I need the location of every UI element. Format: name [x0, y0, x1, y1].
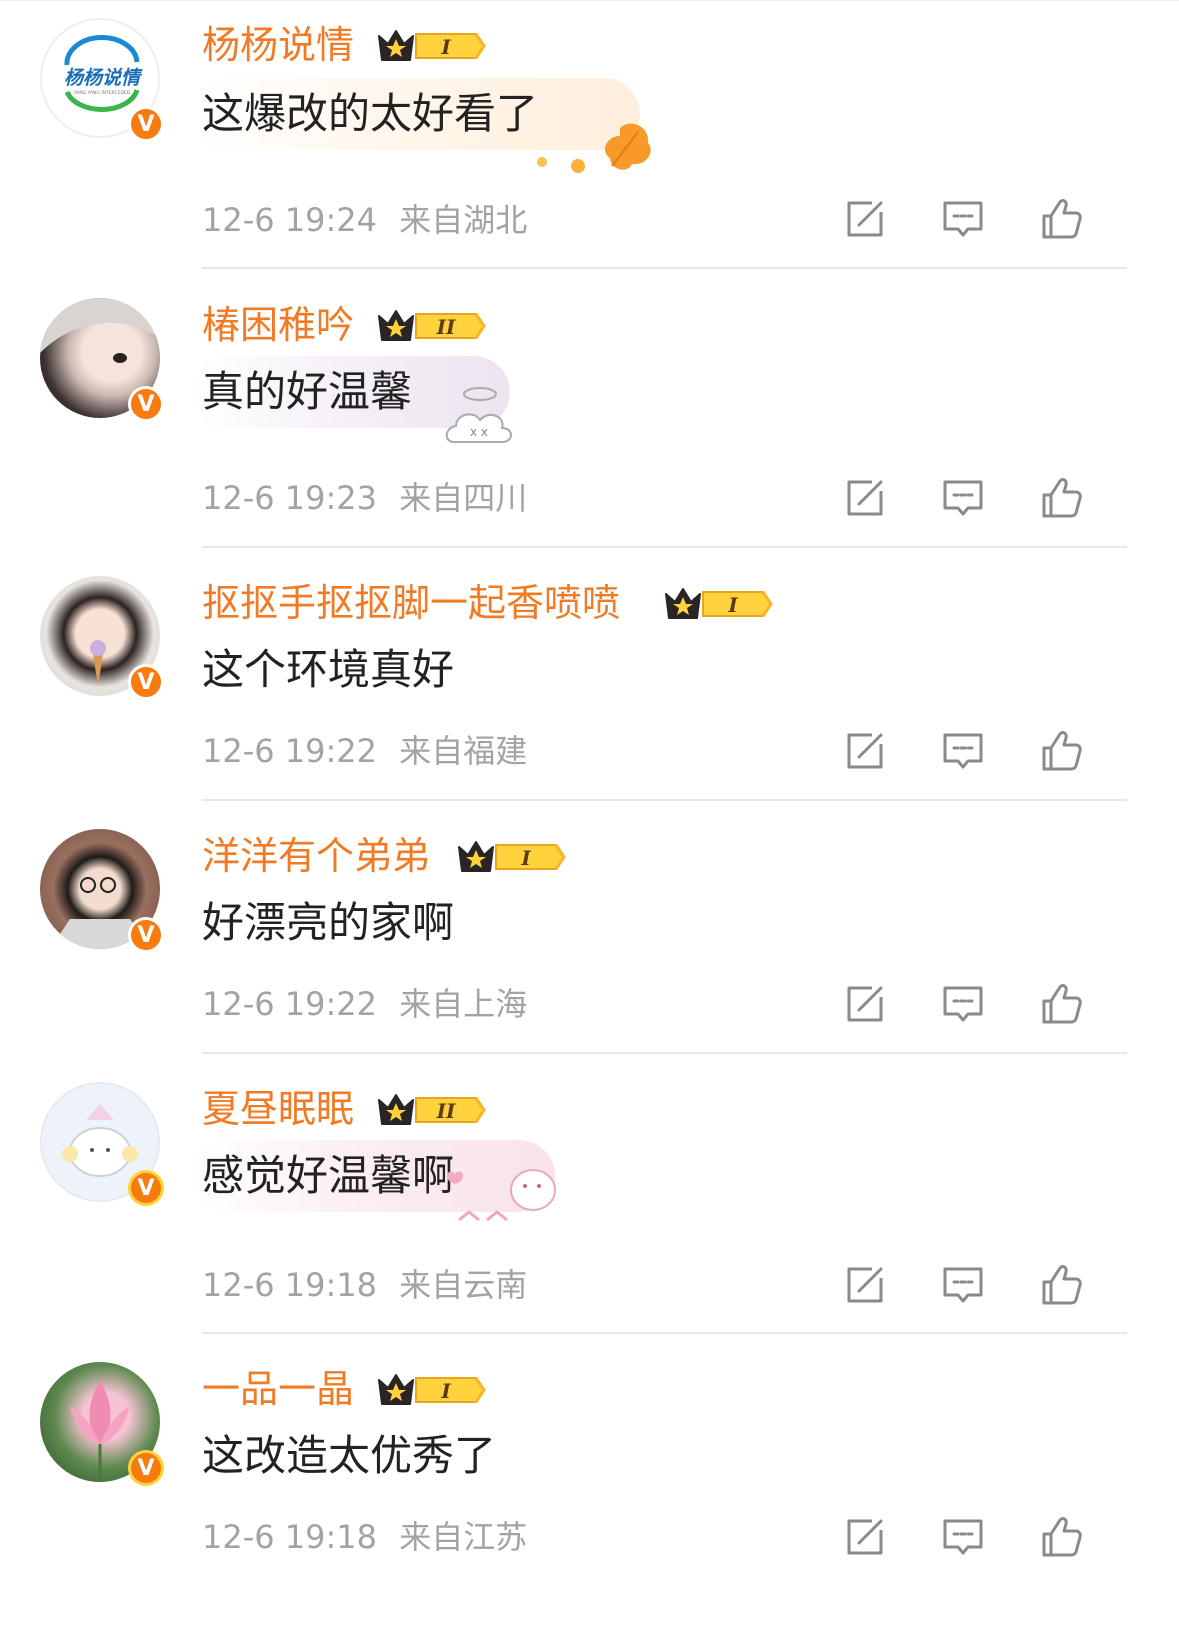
- vip-crown-icon: II: [376, 1090, 486, 1130]
- svg-text:II: II: [436, 1099, 456, 1123]
- like-icon[interactable]: [1038, 981, 1084, 1027]
- comment-location: 来自福建: [399, 732, 528, 770]
- svg-text:I: I: [440, 1379, 451, 1403]
- svg-text:I: I: [440, 35, 451, 59]
- avatar[interactable]: V: [40, 576, 164, 700]
- comment-time: 12-6 19:23: [202, 479, 378, 517]
- comment-location: 来自江苏: [399, 1518, 528, 1556]
- share-icon[interactable]: [842, 981, 888, 1027]
- comment-icon[interactable]: [940, 728, 986, 774]
- svg-text:x x: x x: [470, 425, 488, 439]
- comment-icon[interactable]: [940, 1514, 986, 1560]
- comment-icon[interactable]: [940, 1262, 986, 1308]
- avatar[interactable]: 杨杨说情 YANG YANG INTERCEDED V: [40, 18, 164, 142]
- vip-crown-icon: I: [456, 837, 566, 877]
- username[interactable]: 椿困稚吟: [202, 302, 354, 348]
- share-icon[interactable]: [842, 1514, 888, 1560]
- verified-badge-icon: V: [128, 917, 164, 953]
- like-icon[interactable]: [1038, 728, 1084, 774]
- avatar[interactable]: V: [40, 1082, 164, 1206]
- avatar[interactable]: V: [40, 1362, 164, 1486]
- svg-text:I: I: [520, 846, 531, 870]
- verified-badge-icon: V: [128, 664, 164, 700]
- comment-text: 这改造太优秀了: [202, 1431, 497, 1480]
- username[interactable]: 夏昼眠眠: [202, 1086, 354, 1132]
- vip-crown-icon: I: [663, 584, 773, 624]
- username[interactable]: 抠抠手抠抠脚一起香喷喷: [202, 580, 620, 626]
- share-icon[interactable]: [842, 475, 888, 521]
- brand-sub-text: YANG YANG INTERCEDED: [73, 90, 131, 96]
- like-icon[interactable]: [1038, 1262, 1084, 1308]
- verified-badge-icon: V: [128, 1450, 164, 1486]
- like-icon[interactable]: [1038, 196, 1084, 242]
- username[interactable]: 洋洋有个弟弟: [202, 833, 430, 879]
- comment-icon[interactable]: [940, 475, 986, 521]
- svg-text:I: I: [727, 593, 738, 617]
- comment-item: V 抠抠手抠抠脚一起香喷喷 I 这个环境真好 12-6 19:22 来自福建: [0, 548, 1179, 801]
- bunny-sticker-icon: [447, 1169, 556, 1222]
- comment-time: 12-6 19:18: [202, 1518, 378, 1556]
- svg-text:II: II: [436, 315, 456, 339]
- verified-badge-icon: V: [128, 1170, 164, 1206]
- comment-text: 好漂亮的家啊: [202, 898, 455, 947]
- brand-main-text: 杨杨说情: [64, 67, 143, 89]
- like-icon[interactable]: [1038, 1514, 1084, 1560]
- leaf-sticker-icon: [537, 123, 651, 173]
- comment-icon[interactable]: [940, 981, 986, 1027]
- comment-text: 这爆改的太好看了: [202, 89, 539, 138]
- like-icon[interactable]: [1038, 475, 1084, 521]
- share-icon[interactable]: [842, 728, 888, 774]
- verified-badge-icon: V: [128, 106, 164, 142]
- comment-item: V 洋洋有个弟弟 I 好漂亮的家啊 12-6 19:22 来自上海: [0, 801, 1179, 1054]
- avatar[interactable]: V: [40, 829, 164, 953]
- comment-time: 12-6 19:24: [202, 201, 378, 239]
- vip-crown-icon: II: [376, 306, 486, 346]
- username[interactable]: 杨杨说情: [202, 22, 354, 68]
- comment-text: 感觉好温馨啊: [202, 1151, 455, 1200]
- comment-item: V 椿困稚吟 II 真的好温馨 x x 12-6 19:23 来自四川: [0, 270, 1179, 548]
- avatar[interactable]: V: [40, 298, 164, 422]
- share-icon[interactable]: [842, 1262, 888, 1308]
- comment-text: 真的好温馨: [202, 367, 413, 416]
- comment-icon[interactable]: [940, 196, 986, 242]
- comment-item: V 夏昼眠眠 II 感觉好温馨啊 12-6 19:18 来自云南: [0, 1054, 1179, 1334]
- divider: [202, 267, 1127, 269]
- vip-crown-icon: I: [376, 26, 486, 66]
- vip-crown-icon: I: [376, 1370, 486, 1410]
- comment-text: 这个环境真好: [202, 645, 455, 694]
- cloud-sticker-icon: x x: [445, 387, 512, 443]
- comment-time: 12-6 19:22: [202, 985, 378, 1023]
- share-icon[interactable]: [842, 196, 888, 242]
- comment-location: 来自云南: [399, 1266, 528, 1304]
- comment-time: 12-6 19:22: [202, 732, 378, 770]
- comment-item: V 一品一晶 I 这改造太优秀了 12-6 19:18 来自江苏: [0, 1334, 1179, 1641]
- verified-badge-icon: V: [128, 386, 164, 422]
- username[interactable]: 一品一晶: [202, 1366, 354, 1412]
- comment-time: 12-6 19:18: [202, 1266, 378, 1304]
- comment-item: 杨杨说情 YANG YANG INTERCEDED V 杨杨说情 I 这爆改的太…: [0, 0, 1179, 270]
- comment-location: 来自上海: [399, 985, 528, 1023]
- comment-location: 来自湖北: [399, 201, 528, 239]
- comment-location: 来自四川: [399, 479, 528, 517]
